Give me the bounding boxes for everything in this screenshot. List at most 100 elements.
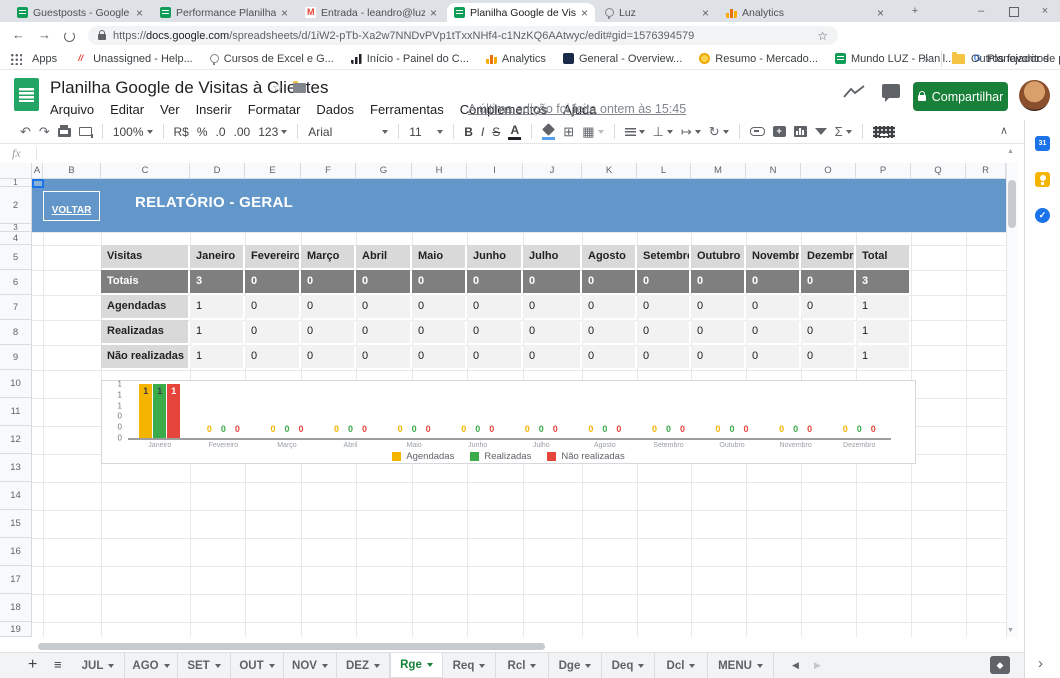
all-sheets-button[interactable]: ≡ (54, 657, 62, 672)
column-header-J[interactable]: J (523, 163, 582, 179)
tab-close-icon[interactable]: × (877, 7, 884, 19)
table-row-cell[interactable]: 0 (301, 295, 354, 318)
table-row-cell[interactable]: Agendadas (101, 295, 188, 318)
vertical-align-button[interactable]: ⊥ (653, 121, 673, 143)
sheet-tab-AGO[interactable]: AGO (125, 653, 178, 678)
column-header-C[interactable]: C (101, 163, 190, 179)
insert-link-button[interactable] (750, 121, 765, 143)
font-size-select[interactable]: 11 (409, 121, 443, 143)
sheet-tab-Rcl[interactable]: Rcl (496, 653, 549, 678)
table-row-cell[interactable]: 0 (523, 295, 580, 318)
column-header-N[interactable]: N (746, 163, 801, 179)
table-row-cell[interactable]: 0 (412, 320, 465, 343)
bold-button[interactable]: B (464, 121, 473, 143)
account-avatar[interactable] (1019, 80, 1050, 111)
add-sheet-button[interactable]: + (28, 656, 37, 674)
column-header-I[interactable]: I (467, 163, 523, 179)
sheet-tab-menu-icon[interactable] (427, 663, 433, 667)
table-row-cell[interactable]: 0 (801, 345, 854, 368)
column-header-M[interactable]: M (691, 163, 746, 179)
menu-arquivo[interactable]: Arquivo (50, 102, 94, 117)
sheet-tab-Rge[interactable]: Rge (390, 653, 443, 678)
browser-tab[interactable]: Luz× (598, 3, 716, 22)
bookmark-item[interactable]: Cursos de Excel e G... (210, 53, 334, 65)
bookmark-item[interactable]: Unassigned - Help... (77, 53, 193, 65)
document-title[interactable]: Planilha Google de Visitas à Clientes (50, 78, 328, 98)
browser-tab[interactable]: Planilha Google de Visitas à× (447, 3, 595, 22)
menu-ferramentas[interactable]: Ferramentas (370, 102, 444, 117)
table-row-cell[interactable]: 0 (356, 270, 410, 293)
tab-close-icon[interactable]: × (281, 7, 288, 19)
menu-formatar[interactable]: Formatar (248, 102, 301, 117)
redo-button[interactable]: ↷ (39, 121, 50, 143)
table-row-cell[interactable]: 0 (412, 295, 465, 318)
sheet-tabs-next-arrow[interactable]: ▶ (814, 660, 821, 671)
table-row-cell[interactable]: 0 (746, 345, 799, 368)
column-header-R[interactable]: R (966, 163, 1006, 179)
sheet-tab-Req[interactable]: Req (443, 653, 496, 678)
sheet-tab-Dge[interactable]: Dge (549, 653, 602, 678)
sheet-tab-menu-icon[interactable] (269, 664, 275, 668)
sheet-tab-menu-icon[interactable] (638, 664, 644, 668)
row-header-1[interactable]: 1 (0, 179, 32, 187)
table-header-cell[interactable]: Setembro (637, 245, 689, 268)
table-header-cell[interactable]: Fevereiro (245, 245, 299, 268)
scroll-down-arrow[interactable]: ▼ (1007, 627, 1014, 634)
text-rotation-button[interactable]: ↻ (709, 121, 729, 143)
table-row-cell[interactable]: 1 (856, 345, 909, 368)
row-header-5[interactable]: 5 (0, 245, 32, 270)
table-row-cell[interactable]: 3 (856, 270, 909, 293)
table-row-cell[interactable]: 0 (523, 345, 580, 368)
row-header-16[interactable]: 16 (0, 538, 32, 566)
table-header-cell[interactable]: Março (301, 245, 354, 268)
sheet-tab-menu-icon[interactable] (374, 664, 380, 668)
table-row-cell[interactable]: 0 (746, 320, 799, 343)
row-header-12[interactable]: 12 (0, 426, 32, 454)
table-row-cell[interactable]: 0 (467, 345, 521, 368)
horizontal-scrollbar-thumb[interactable] (38, 643, 545, 650)
table-row-cell[interactable]: 0 (356, 295, 410, 318)
table-row-cell[interactable]: 0 (691, 295, 744, 318)
column-header-P[interactable]: P (856, 163, 911, 179)
table-row-cell[interactable]: 0 (691, 320, 744, 343)
browser-tab[interactable]: Analytics× (719, 3, 891, 22)
column-header-D[interactable]: D (190, 163, 245, 179)
table-row-cell[interactable]: 0 (301, 345, 354, 368)
strikethrough-button[interactable]: S (492, 121, 500, 143)
column-header-H[interactable]: H (412, 163, 467, 179)
table-header-cell[interactable]: Abril (356, 245, 410, 268)
row-header-17[interactable]: 17 (0, 566, 32, 594)
new-tab-button[interactable]: + (900, 0, 930, 22)
tab-close-icon[interactable]: × (136, 7, 143, 19)
bookmark-item[interactable]: Mundo LUZ - Planil... (835, 53, 954, 65)
insert-chart-button[interactable] (794, 121, 807, 143)
input-tools-button[interactable] (873, 121, 895, 143)
table-header-cell[interactable]: Visitas (101, 245, 188, 268)
row-header-11[interactable]: 11 (0, 398, 32, 426)
table-row-cell[interactable]: 1 (190, 295, 243, 318)
insert-comment-button[interactable]: + (773, 121, 786, 143)
vertical-scrollbar[interactable] (1006, 163, 1018, 637)
table-row-cell[interactable]: 0 (801, 295, 854, 318)
sheet-tab-menu-icon[interactable] (215, 664, 221, 668)
table-header-cell[interactable]: Novembro (746, 245, 799, 268)
browser-tab[interactable]: Entrada - leandro@luz.vc -× (298, 3, 444, 22)
table-row-cell[interactable]: 1 (856, 295, 909, 318)
table-row-cell[interactable]: 1 (856, 320, 909, 343)
sheet-tab-menu-icon[interactable] (164, 664, 170, 668)
table-header-cell[interactable]: Dezembro (801, 245, 854, 268)
row-header-13[interactable]: 13 (0, 454, 32, 482)
table-row-cell[interactable]: 0 (637, 270, 689, 293)
horizontal-align-button[interactable] (625, 121, 645, 143)
sheet-tab-DEZ[interactable]: DEZ (337, 653, 390, 678)
row-header-14[interactable]: 14 (0, 482, 32, 510)
move-to-folder-icon[interactable] (293, 83, 306, 93)
text-color-button[interactable]: A (508, 121, 521, 143)
share-button[interactable]: Compartilhar (913, 82, 1008, 111)
table-row-cell[interactable]: 0 (523, 320, 580, 343)
bookmark-item[interactable]: Analytics (486, 53, 546, 65)
reload-button[interactable] (64, 31, 75, 42)
calendar-icon[interactable]: 31 (1035, 136, 1050, 151)
row-header-19[interactable]: 19 (0, 622, 32, 637)
borders-button[interactable]: ⊞ (563, 121, 574, 143)
